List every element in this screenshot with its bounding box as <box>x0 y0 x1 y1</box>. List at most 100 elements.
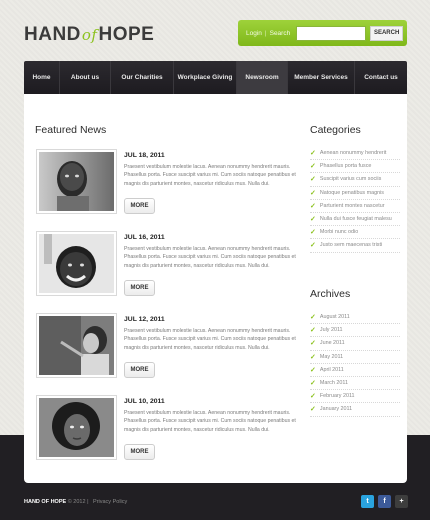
logo-text-of: of <box>81 26 98 44</box>
category-label: Suscipit varius cum sociis <box>319 176 382 183</box>
category-link[interactable]: ✓ Nulla dui fusce feugiat malesu <box>310 213 400 227</box>
top-bar: Login | Search SEARCH <box>238 20 407 46</box>
checkmark-icon: ✓ <box>310 150 316 158</box>
logo-text-right: HOPE <box>98 24 155 45</box>
post-excerpt: Praesent vestibulum molestie lacus. Aene… <box>124 164 296 187</box>
category-label: Natoque penatibus magnis <box>319 189 385 196</box>
footer-copyright: © 2012 <box>67 499 86 505</box>
logo-text-left: HAND <box>24 24 81 45</box>
category-label: Parturient montes nascetur <box>319 202 385 209</box>
archive-link[interactable]: ✓ May 2011 <box>310 351 400 364</box>
archive-link[interactable]: ✓ January 2011 <box>310 403 400 417</box>
category-link[interactable]: ✓ Natoque penatibus magnis <box>310 187 400 200</box>
nav-newsroom[interactable]: Newsroom <box>237 61 288 94</box>
category-label: Aenean nonummy hendrerit <box>319 150 387 157</box>
post-date: JUL 16, 2011 <box>124 234 165 241</box>
checkmark-icon: ✓ <box>310 163 316 171</box>
nav-our-charities[interactable]: Our Charities <box>111 61 174 94</box>
post-thumbnail[interactable] <box>37 396 116 459</box>
footer-brand: HAND OF HOPE <box>24 499 67 505</box>
privacy-policy-link[interactable]: Privacy Policy <box>93 499 127 505</box>
post-excerpt: Praesent vestibulum molestie lacus. Aene… <box>124 328 296 351</box>
checkmark-icon: ✓ <box>310 393 316 401</box>
child-photo <box>39 234 114 293</box>
checkmark-icon: ✓ <box>310 202 316 210</box>
category-label: Morbi nunc odio <box>319 229 359 236</box>
post-thumbnail[interactable] <box>37 150 116 213</box>
post-excerpt: Praesent vestibulum molestie lacus. Aene… <box>124 246 296 269</box>
category-link[interactable]: ✓ Justo sem maecenas tristi <box>310 239 400 253</box>
footer-separator: | <box>87 499 89 505</box>
archive-link[interactable]: ✓ February 2011 <box>310 390 400 404</box>
more-button[interactable]: MORE <box>124 444 155 460</box>
more-button[interactable]: MORE <box>124 362 155 378</box>
search-input[interactable] <box>296 25 367 41</box>
category-label: Phasellus porta fusce <box>319 163 372 170</box>
archives-title: Archives <box>310 288 351 300</box>
archive-link[interactable]: ✓ March 2011 <box>310 377 400 391</box>
nav-home[interactable]: Home <box>24 61 60 94</box>
child-photo <box>39 398 114 457</box>
facebook-icon[interactable]: f <box>378 495 391 508</box>
nav-about-us[interactable]: About us <box>60 61 111 94</box>
categories-widget: Categories ✓ Aenean nonummy hendrerit ✓ Ph… <box>310 124 400 253</box>
child-photo <box>39 152 114 211</box>
login-link[interactable]: Login <box>246 30 262 37</box>
checkmark-icon: ✓ <box>310 340 316 348</box>
checkmark-icon: ✓ <box>310 314 316 322</box>
post-thumbnail[interactable] <box>37 232 116 295</box>
topbar-separator: | <box>264 29 267 37</box>
post-thumbnail[interactable] <box>37 314 116 377</box>
twitter-icon[interactable]: t <box>361 495 374 508</box>
archive-label: May 2011 <box>319 353 344 360</box>
category-link[interactable]: ✓ Aenean nonummy hendrerit <box>310 147 400 161</box>
checkmark-icon: ✓ <box>310 327 316 335</box>
search-button[interactable]: SEARCH <box>370 25 403 41</box>
checkmark-icon: ✓ <box>310 366 316 374</box>
post-date: JUL 10, 2011 <box>124 398 165 405</box>
more-button[interactable]: MORE <box>124 198 155 214</box>
archive-link[interactable]: ✓ July 2011 <box>310 324 400 338</box>
checkmark-icon: ✓ <box>310 380 316 388</box>
archive-link[interactable]: ✓ June 2011 <box>310 337 400 351</box>
checkmark-icon: ✓ <box>310 406 316 414</box>
child-photo <box>39 316 114 375</box>
news-post: JUL 16, 2011 Praesent vestibulum molesti… <box>37 232 296 296</box>
checkmark-icon: ✓ <box>310 216 316 224</box>
search-link[interactable]: Search <box>270 30 291 37</box>
category-label: Nulla dui fusce feugiat malesu <box>319 216 392 223</box>
news-post: JUL 18, 2011 Praesent vestibulum molesti… <box>37 150 296 214</box>
checkmark-icon: ✓ <box>310 242 316 250</box>
archive-label: January 2011 <box>319 406 353 413</box>
categories-title: Categories <box>310 124 361 136</box>
news-post: JUL 10, 2011 Praesent vestibulum molesti… <box>37 396 296 460</box>
archive-label: April 2011 <box>319 366 344 373</box>
archive-label: February 2011 <box>319 393 355 400</box>
checkmark-icon: ✓ <box>310 229 316 237</box>
category-link[interactable]: ✓ Parturient montes nascetur <box>310 200 400 213</box>
archive-label: July 2011 <box>319 327 343 334</box>
nav-workplace-giving[interactable]: Workplace Giving <box>174 61 237 94</box>
archive-label: March 2011 <box>319 380 348 387</box>
main-content: Featured News JUL 18, 2011 Praesent vest… <box>24 94 407 483</box>
google-plus-icon[interactable]: + <box>395 495 408 508</box>
nav-contact-us[interactable]: Contact us <box>355 61 407 94</box>
archive-label: August 2011 <box>319 314 350 321</box>
nav-member-services[interactable]: Member Services <box>288 61 355 94</box>
post-date: JUL 12, 2011 <box>124 316 165 323</box>
main-nav: Home About us Our Charities Workplace Gi… <box>24 61 407 94</box>
checkmark-icon: ✓ <box>310 176 316 184</box>
category-link[interactable]: ✓ Phasellus porta fusce <box>310 160 400 174</box>
category-link[interactable]: ✓ Suscipit varius cum sociis <box>310 173 400 187</box>
logo[interactable]: HANDofHOPE <box>24 24 154 46</box>
archive-link[interactable]: ✓ August 2011 <box>310 311 400 325</box>
more-button[interactable]: MORE <box>124 280 155 296</box>
archives-widget: Archives ✓ August 2011 ✓ July 2011 ✓ June 2… <box>310 288 400 417</box>
archive-label: June 2011 <box>319 340 345 347</box>
news-post: JUL 12, 2011 Praesent vestibulum molesti… <box>37 314 296 378</box>
checkmark-icon: ✓ <box>310 353 316 361</box>
archive-link[interactable]: ✓ April 2011 <box>310 364 400 377</box>
category-link[interactable]: ✓ Morbi nunc odio <box>310 226 400 240</box>
category-label: Justo sem maecenas tristi <box>319 242 383 249</box>
post-date: JUL 18, 2011 <box>124 152 165 159</box>
